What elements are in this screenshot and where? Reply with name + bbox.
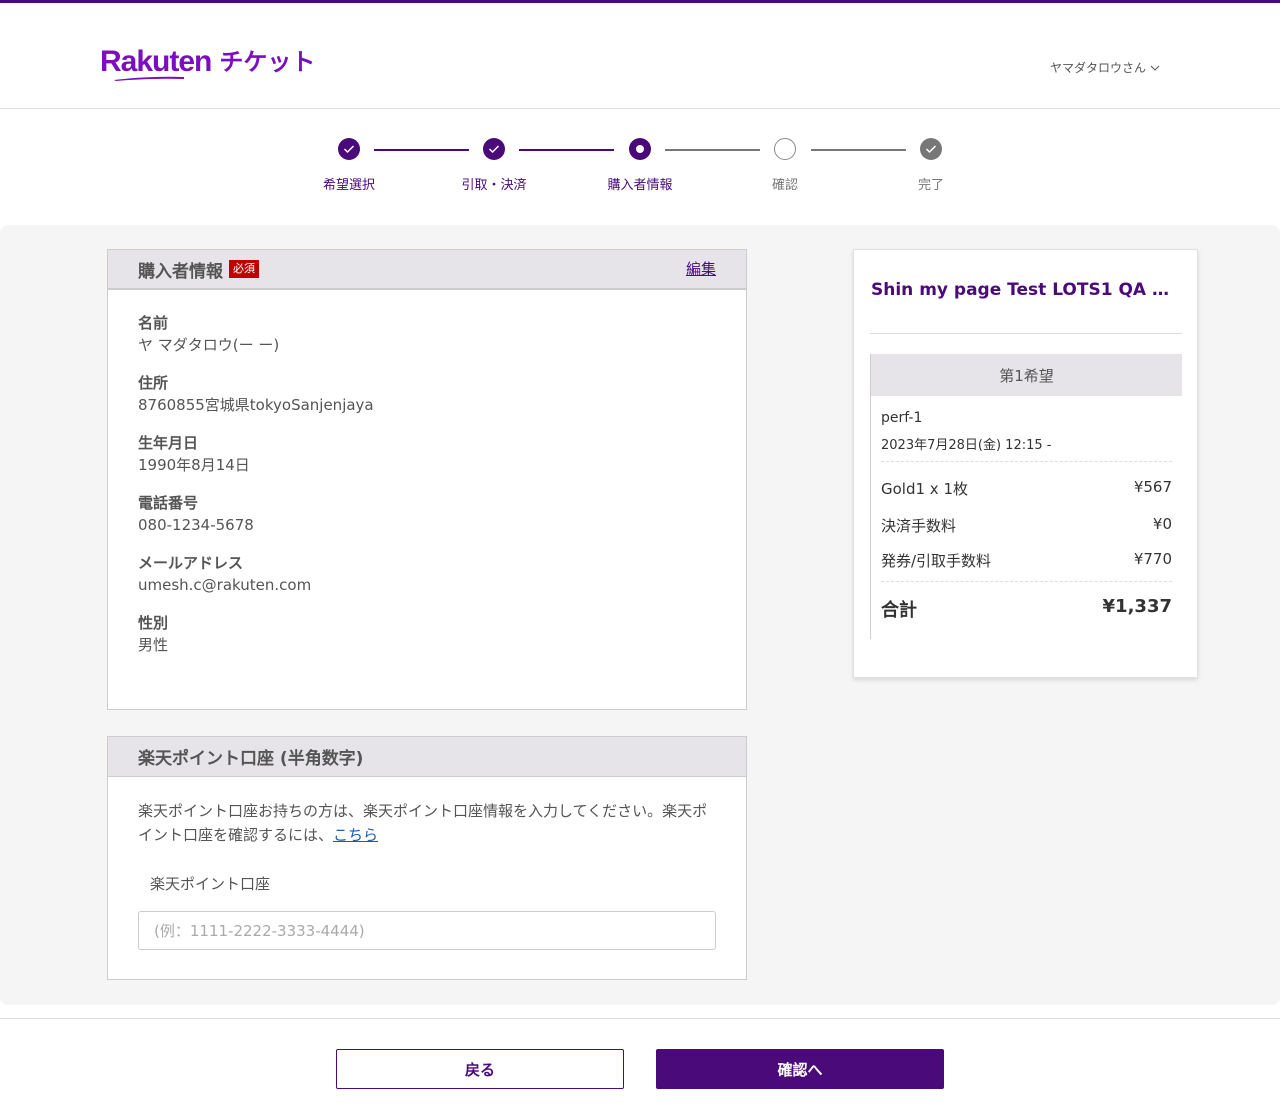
field-value: 男性 — [138, 636, 169, 654]
line-item-payment-fee: 決済手数料 ¥0 — [881, 515, 1172, 536]
performance-name: perf-1 — [881, 410, 923, 426]
line-item-label: Gold1 x 1枚 — [881, 480, 968, 498]
field-value: ヤ マダタロウ(ー ー) — [138, 336, 280, 354]
step-label: 確認 — [771, 178, 798, 193]
step-wish-selection: 希望選択 — [289, 138, 409, 193]
purchaser-info-panel: 購入者情報 必須 編集 名前 ヤ マダタロウ(ー ー) 住所 8760855宮城… — [107, 249, 747, 710]
first-choice-box: 第1希望 perf-1 2023年7月28日(金) 12:15 - Gold1 … — [870, 354, 1182, 639]
field-label: 名前 — [138, 314, 169, 332]
points-check-link[interactable]: こちら — [333, 826, 378, 844]
panel-title: 購入者情報 — [138, 261, 223, 282]
total-row: 合計 ¥1,337 — [881, 581, 1172, 622]
field-value: 080-1234-5678 — [138, 516, 254, 534]
progress-stepper: 希望選択 引取・決済 購入者情報 確認 完了 — [0, 109, 1280, 225]
points-body: 楽天ポイント口座お持ちの方は、楽天ポイント口座情報を入力してください。楽天ポイン… — [108, 777, 746, 990]
line-item-price: ¥567 — [1133, 478, 1172, 496]
rakuten-points-panel: 楽天ポイント口座 (半角数字) 楽天ポイント口座お持ちの方は、楽天ポイント口座情… — [107, 736, 747, 980]
edit-link[interactable]: 編集 — [686, 258, 716, 279]
rakuten-ticket-logo[interactable]: Rakuten チケット — [100, 45, 316, 81]
field-value: umesh.c@rakuten.com — [138, 576, 312, 594]
step-check-icon — [920, 138, 942, 160]
step-label: 希望選択 — [322, 178, 375, 193]
line-item-label: 決済手数料 — [881, 517, 957, 535]
field-address: 住所 8760855宮城県tokyoSanjenjaya — [138, 372, 716, 416]
action-footer: 戻る 確認へ — [0, 1018, 1280, 1119]
step-current-icon — [629, 138, 651, 160]
chevron-down-icon — [1150, 65, 1160, 71]
order-summary-card: Shin my page Test LOTS1 QA Plz do not to… — [853, 249, 1198, 678]
required-badge: 必須 — [229, 260, 259, 278]
back-button[interactable]: 戻る — [336, 1049, 624, 1089]
points-account-input[interactable] — [138, 911, 716, 950]
step-label: 引取・決済 — [461, 178, 527, 193]
user-menu[interactable]: ヤマダタロウさん — [1050, 59, 1160, 76]
divider — [870, 333, 1182, 334]
line-item-price: ¥0 — [1152, 515, 1172, 533]
panel-title: 楽天ポイント口座 (半角数字) — [138, 749, 364, 769]
points-description-text: 楽天ポイント口座お持ちの方は、楽天ポイント口座情報を入力してください。楽天ポイン… — [138, 802, 708, 844]
site-header: Rakuten チケット ヤマダタロウさん — [0, 3, 1280, 109]
field-value: 1990年8月14日 — [138, 456, 250, 474]
performance-date: 2023年7月28日(金) 12:15 - — [881, 434, 1172, 462]
step-label: 完了 — [917, 178, 944, 193]
points-field-label: 楽天ポイント口座 — [150, 875, 271, 893]
step-check-icon — [483, 138, 505, 160]
total-value: ¥1,337 — [1102, 596, 1172, 617]
purchaser-info-body: 名前 ヤ マダタロウ(ー ー) 住所 8760855宮城県tokyoSanjen… — [108, 290, 746, 682]
logo-ticket-text: チケット — [219, 48, 316, 76]
field-label: 性別 — [138, 614, 169, 632]
step-empty-icon — [774, 138, 796, 160]
step-pickup-payment: 引取・決済 — [434, 138, 554, 193]
step-label: 購入者情報 — [607, 178, 673, 193]
points-description: 楽天ポイント口座お持ちの方は、楽天ポイント口座情報を入力してください。楽天ポイン… — [138, 799, 716, 847]
confirm-button[interactable]: 確認へ — [656, 1049, 944, 1089]
field-email: メールアドレス umesh.c@rakuten.com — [138, 552, 716, 596]
step-confirm: 確認 — [725, 138, 845, 193]
field-label: メールアドレス — [138, 554, 244, 572]
field-value: 8760855宮城県tokyoSanjenjaya — [138, 396, 374, 414]
user-name: ヤマダタロウさん — [1049, 61, 1146, 75]
field-label: 住所 — [138, 374, 169, 392]
choice-label: 第1希望 — [871, 354, 1182, 396]
purchaser-info-header: 購入者情報 必須 編集 — [108, 250, 746, 290]
step-check-icon — [338, 138, 360, 160]
logo-rakuten-text: Rakuten — [100, 45, 212, 78]
field-gender: 性別 男性 — [138, 612, 716, 656]
points-header: 楽天ポイント口座 (半角数字) — [108, 737, 746, 777]
step-complete: 完了 — [871, 138, 991, 193]
line-item-ticket: Gold1 x 1枚 ¥567 — [881, 478, 1172, 499]
field-label: 電話番号 — [138, 494, 199, 512]
line-item-label: 発券/引取手数料 — [881, 552, 992, 570]
field-name: 名前 ヤ マダタロウ(ー ー) — [138, 312, 716, 356]
step-purchaser-info: 購入者情報 — [580, 138, 700, 193]
line-item-issue-fee: 発券/引取手数料 ¥770 — [881, 550, 1172, 581]
line-item-price: ¥770 — [1133, 550, 1172, 568]
logo-swoosh-icon — [114, 76, 184, 81]
field-label: 生年月日 — [138, 434, 199, 452]
total-label: 合計 — [881, 600, 917, 621]
field-birthdate: 生年月日 1990年8月14日 — [138, 432, 716, 476]
event-title: Shin my page Test LOTS1 QA Plz do not to… — [871, 280, 1181, 300]
field-phone: 電話番号 080-1234-5678 — [138, 492, 716, 536]
